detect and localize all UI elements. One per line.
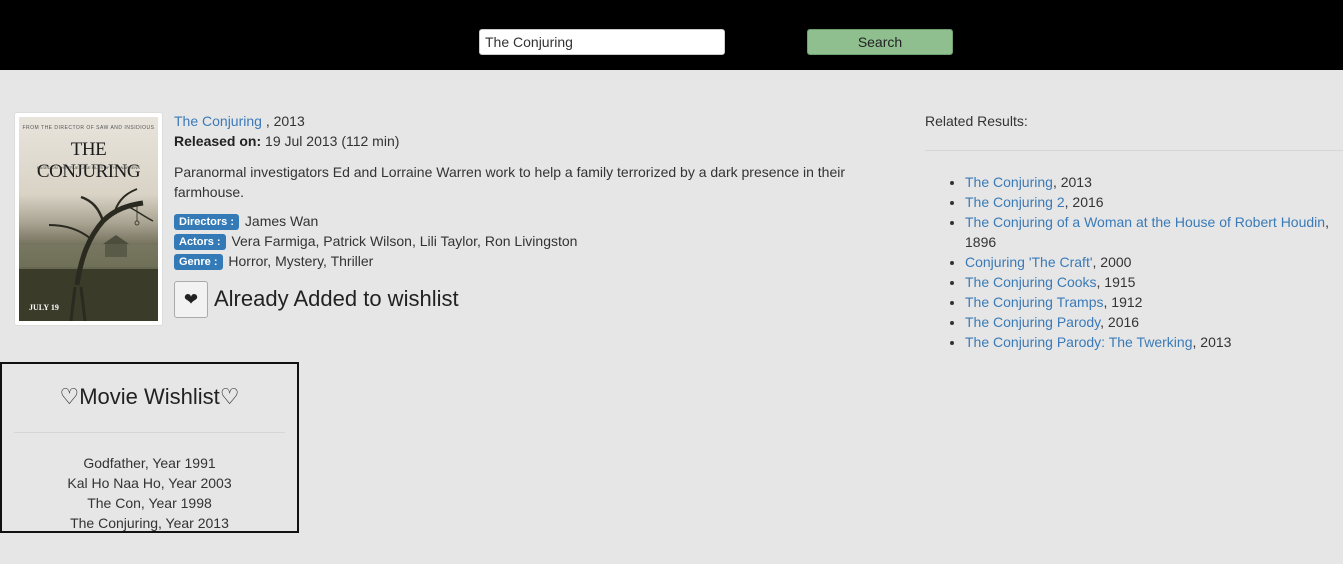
related-results-list: The Conjuring, 2013 The Conjuring 2, 201… (965, 172, 1343, 352)
top-bar: Search (0, 0, 1343, 70)
list-item: The Conjuring Parody, 2016 (965, 312, 1343, 332)
poster-top-text: FROM THE DIRECTOR OF SAW AND INSIDIOUS (22, 125, 155, 131)
related-year: , 2016 (1100, 314, 1140, 330)
list-item: The Conjuring Cooks, 1915 (965, 272, 1343, 292)
related-link[interactable]: The Conjuring Tramps (965, 294, 1104, 310)
poster-tagline: BASED ON THE TRUE CASE FILES OF THE WARR… (37, 165, 140, 170)
wishlist-items: Godfather, Year 1991 Kal Ho Naa Ho, Year… (2, 453, 297, 533)
actors-badge: Actors : (174, 234, 226, 250)
wishlist-item: Godfather, Year 1991 (83, 455, 216, 471)
genre-badge: Genre : (174, 254, 223, 270)
related-divider (925, 150, 1343, 151)
poster-date: JULY 19 (29, 303, 59, 312)
movie-title-link[interactable]: The Conjuring (174, 113, 262, 129)
list-item: The Conjuring of a Woman at the House of… (965, 212, 1343, 252)
movie-poster: FROM THE DIRECTOR OF SAW AND INSIDIOUS T… (14, 112, 163, 326)
related-year: , 2000 (1092, 254, 1132, 270)
related-year: , 2013 (1052, 174, 1092, 190)
poster-title: THE CONJURING (36, 139, 141, 182)
directors-badge: Directors : (174, 214, 240, 230)
related-year: , 2016 (1064, 194, 1104, 210)
related-year: , 1915 (1096, 274, 1136, 290)
wishlist-button[interactable]: ❤ (174, 281, 208, 318)
actors-value: Vera Farmiga, Patrick Wilson, Lili Taylo… (227, 233, 578, 249)
related-link[interactable]: The Conjuring Parody (965, 314, 1100, 330)
movie-plot: Paranormal investigators Ed and Lorraine… (174, 164, 846, 200)
genre-row: Genre : Horror, Mystery, Thriller (174, 253, 373, 270)
movie-year: , 2013 (261, 113, 305, 129)
wishlist-divider (14, 432, 285, 433)
related-results-label: Related Results: (925, 113, 1028, 129)
wishlist-panel: ♡Movie Wishlist♡ Godfather, Year 1991 Ka… (0, 362, 299, 533)
search-button[interactable]: Search (807, 29, 953, 55)
wishlist-item: Kal Ho Naa Ho, Year 2003 (67, 475, 232, 491)
wishlist-title: ♡Movie Wishlist♡ (59, 384, 240, 409)
released-value: 19 Jul 2013 (112 min) (261, 133, 400, 149)
released-line: Released on: 19 Jul 2013 (112 min) (174, 133, 399, 150)
related-link[interactable]: The Conjuring Parody: The Twerking (965, 334, 1193, 350)
list-item: The Conjuring, 2013 (965, 172, 1343, 192)
wishlist-item: The Conjuring, Year 2013 (70, 515, 229, 531)
poster-image: FROM THE DIRECTOR OF SAW AND INSIDIOUS T… (19, 117, 158, 321)
related-link[interactable]: The Conjuring (965, 174, 1053, 190)
directors-row: Directors : James Wan (174, 213, 318, 230)
search-input[interactable] (479, 29, 725, 55)
related-year: , 1912 (1103, 294, 1143, 310)
related-year: , 2013 (1192, 334, 1232, 350)
list-item: Conjuring 'The Craft', 2000 (965, 252, 1343, 272)
related-link[interactable]: Conjuring 'The Craft' (965, 254, 1093, 270)
related-link[interactable]: The Conjuring 2 (965, 194, 1065, 210)
wishlist-item: The Con, Year 1998 (87, 495, 212, 511)
list-item: The Conjuring Parody: The Twerking, 2013 (965, 332, 1343, 352)
genre-value: Horror, Mystery, Thriller (224, 253, 374, 269)
directors-value: James Wan (241, 213, 319, 229)
actors-row: Actors : Vera Farmiga, Patrick Wilson, L… (174, 233, 577, 250)
wishlist-status: Already Added to wishlist (214, 286, 459, 311)
list-item: The Conjuring Tramps, 1912 (965, 292, 1343, 312)
heart-icon: ❤ (183, 290, 199, 309)
list-item: The Conjuring 2, 2016 (965, 192, 1343, 212)
movie-title-line: The Conjuring , 2013 (174, 113, 305, 130)
released-label: Released on: (174, 133, 262, 149)
related-link[interactable]: The Conjuring Cooks (965, 274, 1097, 290)
related-link[interactable]: The Conjuring of a Woman at the House of… (965, 214, 1325, 230)
